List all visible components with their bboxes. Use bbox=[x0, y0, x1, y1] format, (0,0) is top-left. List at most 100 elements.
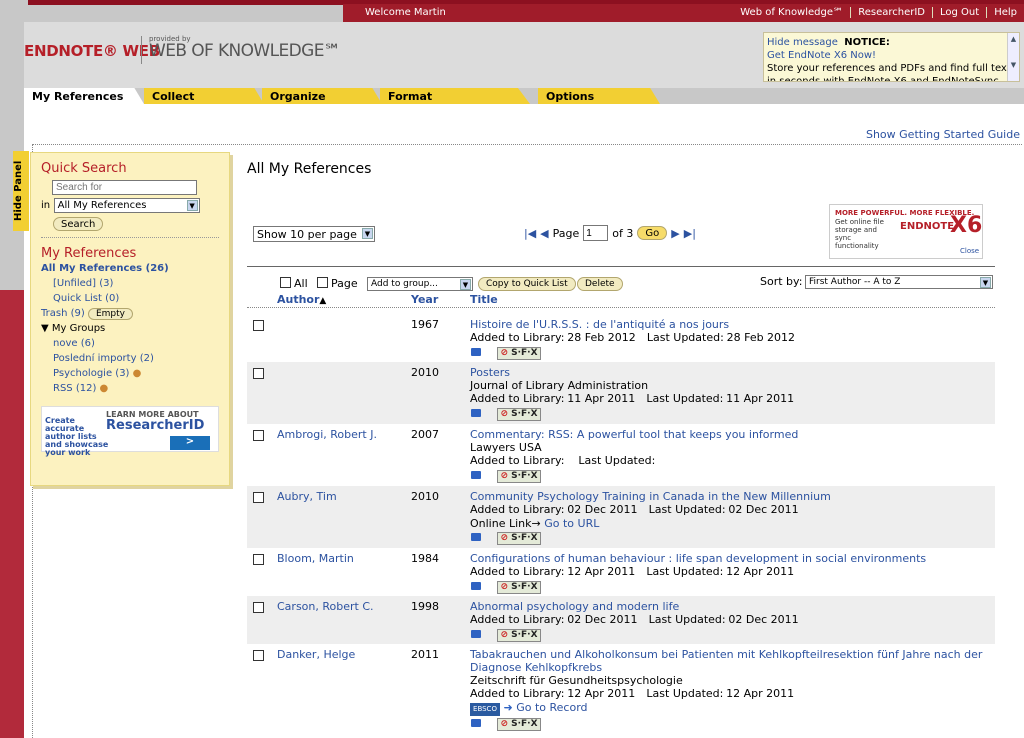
empty-trash-button[interactable]: Empty bbox=[87, 308, 133, 320]
tab-options[interactable]: Options bbox=[538, 88, 660, 104]
hide-message-link[interactable]: Hide message bbox=[767, 37, 838, 48]
folder-icon[interactable] bbox=[471, 582, 481, 590]
group-nove-link[interactable]: nove (6) bbox=[53, 338, 95, 349]
group-psychologie-link[interactable]: Psychologie (3) bbox=[53, 368, 129, 379]
triangle-down-icon[interactable]: ▼ bbox=[41, 323, 49, 334]
researcherid-banner[interactable]: Create accurate author lists and showcas… bbox=[41, 406, 219, 457]
search-button[interactable]: Search bbox=[53, 217, 104, 231]
folder-icon[interactable] bbox=[471, 348, 481, 356]
row-checkbox[interactable] bbox=[253, 320, 264, 331]
page-label: Page bbox=[552, 226, 580, 240]
select-all-checkbox[interactable] bbox=[280, 277, 291, 288]
copy-quick-list-button[interactable]: Copy to Quick List bbox=[478, 277, 576, 291]
folder-icon[interactable] bbox=[471, 533, 481, 541]
search-input[interactable] bbox=[52, 180, 197, 195]
sfx-button[interactable]: ⊘ S·F·X bbox=[497, 532, 541, 545]
row-checkbox[interactable] bbox=[253, 602, 264, 613]
link-web-of-knowledge[interactable]: Web of Knowledge℠ bbox=[733, 7, 850, 18]
author-link[interactable]: Carson, Robert C. bbox=[277, 600, 374, 613]
next-page-icon[interactable]: ▶ bbox=[671, 227, 679, 240]
get-endnote-link[interactable]: Get EndNote X6 Now! bbox=[767, 50, 876, 61]
link-researcherid[interactable]: ResearcherID bbox=[850, 7, 932, 18]
title-link[interactable]: Configurations of human behaviour : life… bbox=[470, 552, 926, 565]
sort-value: First Author -- A to Z bbox=[809, 277, 901, 287]
folder-icon[interactable] bbox=[471, 409, 481, 417]
year-cell: 2010 bbox=[411, 366, 439, 379]
author-column[interactable]: Author▲ bbox=[277, 293, 326, 306]
title-link[interactable]: Abnormal psychology and modern life bbox=[470, 600, 679, 613]
sfx-button[interactable]: ⊘ S·F·X bbox=[497, 718, 541, 731]
tab-my-references[interactable]: My References bbox=[24, 88, 144, 104]
row-checkbox[interactable] bbox=[253, 650, 264, 661]
delete-button[interactable]: Delete bbox=[577, 277, 623, 291]
header: ENDNOTE® WEB provided by WEB OF KNOWLEDG… bbox=[24, 22, 1024, 88]
title-link[interactable]: Community Psychology Training in Canada … bbox=[470, 490, 831, 503]
last-page-icon[interactable]: ▶| bbox=[684, 227, 696, 240]
sfx-button[interactable]: ⊘ S·F·X bbox=[497, 470, 541, 483]
group-posledni-link[interactable]: Poslední importy (2) bbox=[53, 353, 154, 364]
group-rss-link[interactable]: RSS (12) bbox=[53, 383, 96, 394]
getting-started-link[interactable]: Show Getting Started Guide bbox=[866, 128, 1020, 141]
sfx-button[interactable]: ⊘ S·F·X bbox=[497, 629, 541, 642]
folder-icon[interactable] bbox=[471, 719, 481, 727]
hide-panel-tab[interactable]: Hide Panel bbox=[13, 151, 29, 231]
row-checkbox[interactable] bbox=[253, 368, 264, 379]
link-log-out[interactable]: Log Out bbox=[932, 7, 986, 18]
sort-select[interactable]: First Author -- A to Z ▼ bbox=[805, 275, 993, 289]
year-column[interactable]: Year bbox=[411, 293, 438, 306]
author-link[interactable]: Aubry, Tim bbox=[277, 490, 337, 503]
title-link[interactable]: Histoire de l'U.R.S.S. : de l'antiquité … bbox=[470, 318, 729, 331]
author-link[interactable]: Ambrogi, Robert J. bbox=[277, 428, 377, 441]
notice-scrollbar[interactable]: ▲ ▼ bbox=[1007, 33, 1019, 81]
notice-box: Hide message NOTICE: Get EndNote X6 Now!… bbox=[763, 32, 1020, 82]
row-checkbox[interactable] bbox=[253, 554, 264, 565]
year-cell: 1984 bbox=[411, 552, 439, 565]
sfx-label: S·F·X bbox=[511, 348, 538, 358]
endnote-web-logo[interactable]: ENDNOTE® WEB bbox=[24, 42, 160, 60]
go-button[interactable]: Go bbox=[637, 226, 668, 240]
tab-organize[interactable]: Organize bbox=[262, 88, 382, 104]
banner-go-button[interactable]: > bbox=[170, 436, 210, 450]
page-input[interactable] bbox=[583, 225, 609, 241]
ebsco-logo[interactable]: EBSCO bbox=[470, 703, 500, 716]
prev-page-icon[interactable]: ◀ bbox=[540, 227, 548, 240]
sfx-button[interactable]: ⊘ S·F·X bbox=[497, 408, 541, 421]
search-scope-select[interactable]: All My References ▼ bbox=[53, 198, 200, 213]
trash-link[interactable]: Trash (9) bbox=[41, 308, 85, 319]
folder-icon[interactable] bbox=[471, 630, 481, 638]
go-to-record-link[interactable]: Go to Record bbox=[516, 701, 587, 714]
add-to-group-select[interactable]: Add to group... ▼ bbox=[367, 277, 473, 291]
sfx-logo-icon: ⊘ bbox=[500, 471, 508, 481]
ad-close-link[interactable]: Close bbox=[960, 247, 979, 255]
search-scope-value: All My References bbox=[57, 200, 147, 211]
title-link[interactable]: Posters bbox=[470, 366, 510, 379]
title-column[interactable]: Title bbox=[470, 293, 498, 306]
page-count: of 3 bbox=[612, 226, 634, 240]
select-page-checkbox[interactable] bbox=[317, 277, 328, 288]
my-groups-label: My Groups bbox=[51, 323, 106, 334]
author-link[interactable]: Danker, Helge bbox=[277, 648, 355, 661]
row-checkbox[interactable] bbox=[253, 492, 264, 503]
arrow-right-icon: → bbox=[531, 517, 541, 530]
per-page-select[interactable]: Show 10 per page ▼ bbox=[253, 226, 375, 242]
title-link[interactable]: Commentary: RSS: A powerful tool that ke… bbox=[470, 428, 798, 441]
added-date: 11 Apr 2011 bbox=[567, 392, 636, 405]
sfx-button[interactable]: ⊘ S·F·X bbox=[497, 347, 541, 360]
endnote-x6-ad[interactable]: MORE POWERFUL. MORE FLEXIBLE. Get online… bbox=[829, 204, 983, 259]
go-to-url-link[interactable]: Go to URL bbox=[544, 517, 599, 530]
folder-icon[interactable] bbox=[471, 471, 481, 479]
quick-list-link[interactable]: Quick List (0) bbox=[53, 293, 119, 304]
sfx-button[interactable]: ⊘ S·F·X bbox=[497, 581, 541, 594]
link-help[interactable]: Help bbox=[986, 7, 1024, 18]
web-of-knowledge-logo[interactable]: WEB OF KNOWLEDGE℠ bbox=[149, 41, 341, 61]
tab-format[interactable]: Format bbox=[380, 88, 530, 104]
all-my-references-link[interactable]: All My References (26) bbox=[41, 263, 169, 274]
sfx-label: S·F·X bbox=[511, 533, 538, 543]
title-link[interactable]: Tabakrauchen und Alkoholkonsum bei Patie… bbox=[470, 648, 982, 674]
ad-version: X6 bbox=[950, 213, 983, 238]
unfiled-link[interactable]: [Unfiled] (3) bbox=[53, 278, 113, 289]
first-page-icon[interactable]: |◀ bbox=[524, 227, 536, 240]
row-checkbox[interactable] bbox=[253, 430, 264, 441]
author-link[interactable]: Bloom, Martin bbox=[277, 552, 354, 565]
tab-collect[interactable]: Collect bbox=[144, 88, 264, 104]
